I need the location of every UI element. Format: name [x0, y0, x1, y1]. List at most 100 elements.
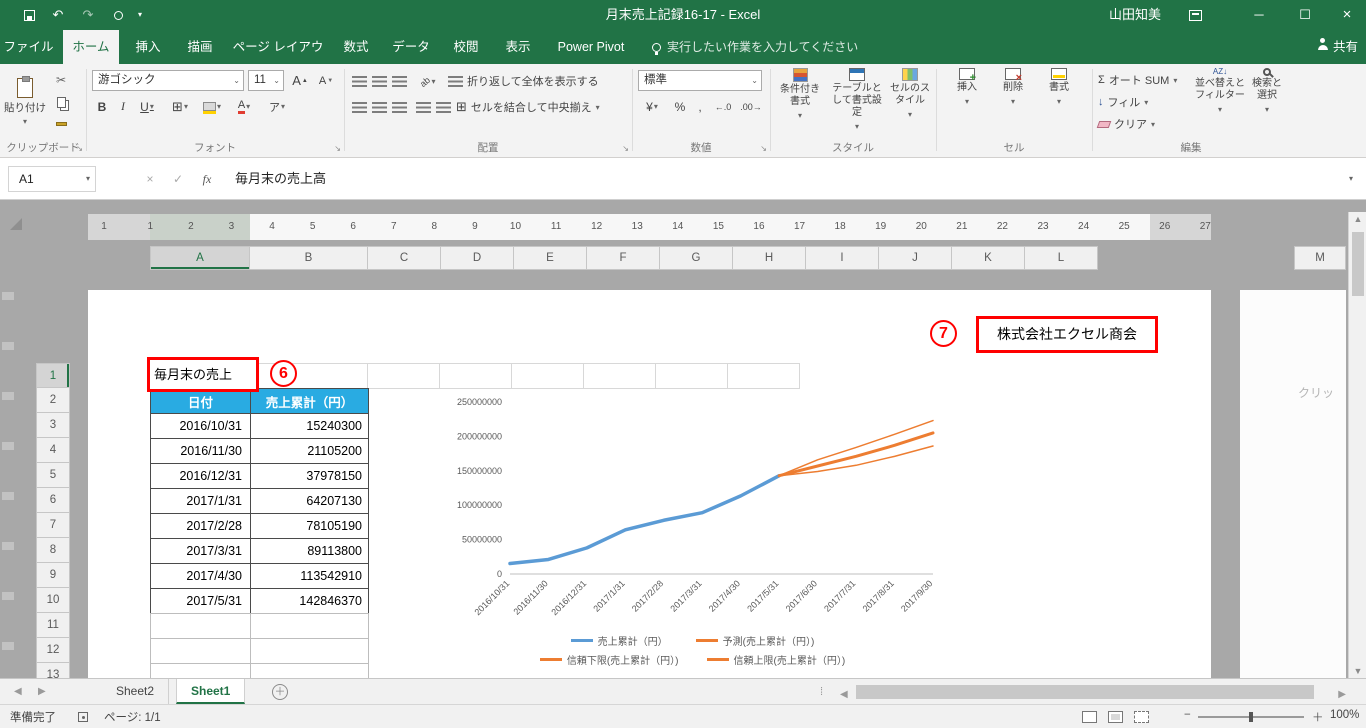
cut-button[interactable]: ✂: [50, 70, 72, 90]
value-cell[interactable]: 64207130: [250, 488, 369, 514]
date-cell[interactable]: 2016/11/30: [150, 438, 251, 464]
column-header[interactable]: I: [806, 246, 879, 270]
cell-styles-button[interactable]: セルのスタイル ▾: [888, 68, 932, 121]
align-left-button[interactable]: [350, 97, 368, 118]
value-cell[interactable]: 37978150: [250, 463, 369, 489]
comma-format-button[interactable]: ,: [692, 96, 708, 117]
close-button[interactable]: ×: [1328, 0, 1366, 30]
empty-cell[interactable]: [250, 613, 369, 639]
find-select-button[interactable]: 検索と選択 ▾: [1248, 68, 1286, 116]
date-cell[interactable]: 2017/3/31: [150, 538, 251, 564]
row-header[interactable]: 9: [36, 563, 70, 588]
decrease-indent-button[interactable]: [414, 97, 432, 118]
scroll-down-icon[interactable]: ▼: [1349, 666, 1366, 676]
tab-draw[interactable]: 描画: [177, 30, 223, 64]
wrap-text-button[interactable]: 折り返して全体を表示する: [448, 70, 599, 92]
align-right-button[interactable]: [390, 97, 408, 118]
scroll-up-icon[interactable]: ▲: [1349, 214, 1366, 224]
maximize-button[interactable]: ☐: [1290, 0, 1320, 30]
value-cell[interactable]: 142846370: [250, 588, 369, 614]
account-name[interactable]: 山田知美: [1100, 0, 1170, 30]
formula-input[interactable]: 毎月末の売上高: [235, 166, 326, 192]
decrease-decimal-button[interactable]: .00→: [738, 96, 764, 117]
bold-button[interactable]: B: [92, 96, 112, 117]
column-header[interactable]: C: [368, 246, 441, 270]
row-header[interactable]: 4: [36, 438, 70, 463]
font-color-button[interactable]: A ▾: [230, 96, 258, 117]
cancel-button[interactable]: ×: [138, 166, 162, 192]
conditional-formatting-button[interactable]: 条件付き書式 ▾: [776, 68, 824, 122]
zoom-level[interactable]: 100%: [1330, 709, 1359, 721]
empty-cell[interactable]: [150, 638, 251, 664]
row-header[interactable]: 7: [36, 513, 70, 538]
align-middle-button[interactable]: [370, 71, 388, 92]
tab-insert[interactable]: 挿入: [125, 30, 171, 64]
legend-item[interactable]: 信頼上限(売上累計（円）): [706, 652, 845, 667]
tab-splitter-icon[interactable]: ⁞: [820, 679, 823, 705]
vertical-scroll-thumb[interactable]: [1352, 232, 1364, 296]
tab-formulas[interactable]: 数式: [333, 30, 379, 64]
legend-item[interactable]: 信頼下限(売上累計（円）): [539, 652, 679, 667]
date-cell[interactable]: 2017/1/31: [150, 488, 251, 514]
row-header[interactable]: 10: [36, 588, 70, 613]
row-header[interactable]: 3: [36, 413, 70, 438]
empty-cell[interactable]: [150, 613, 251, 639]
macro-record-icon[interactable]: [78, 711, 88, 723]
merge-center-button[interactable]: ⊞ セルを結合して中央揃え ▾: [456, 96, 600, 118]
value-cell[interactable]: 78105190: [250, 513, 369, 539]
empty-cell[interactable]: [250, 638, 369, 664]
share-button[interactable]: 共有: [1317, 30, 1358, 64]
legend-item[interactable]: 売上累計（円）: [570, 633, 668, 648]
format-as-table-button[interactable]: テーブルとして書式設定 ▾: [828, 68, 886, 133]
delete-cells-button[interactable]: 削除▾: [992, 68, 1034, 108]
legend-item[interactable]: 予測(売上累計（円）): [695, 633, 814, 648]
column-header[interactable]: E: [514, 246, 587, 270]
increase-decimal-button[interactable]: ←.0: [710, 96, 736, 117]
tab-page-layout[interactable]: ページ レイアウト: [229, 30, 327, 88]
horizontal-scroll-thumb[interactable]: [856, 685, 1314, 699]
align-top-button[interactable]: [350, 71, 368, 92]
tell-me-box[interactable]: 実行したい作業を入力してください: [652, 30, 858, 64]
font-size-select[interactable]: 11 ⌄: [248, 70, 284, 91]
paste-button[interactable]: 貼り付け ▾: [3, 68, 47, 136]
row-header[interactable]: 2: [36, 388, 70, 413]
normal-view-button[interactable]: [1082, 711, 1097, 723]
enter-button[interactable]: ✓: [166, 166, 190, 192]
tab-view[interactable]: 表示: [495, 30, 541, 64]
sheet-nav-right-icon[interactable]: ▶: [38, 679, 46, 705]
value-cell[interactable]: 15240300: [250, 413, 369, 439]
fill-color-button[interactable]: ▾: [198, 96, 226, 117]
tab-home[interactable]: ホーム: [63, 30, 119, 64]
font-dialog-launcher-icon[interactable]: ↘: [334, 144, 341, 153]
clipboard-dialog-launcher-icon[interactable]: ↘: [76, 144, 83, 153]
row-header[interactable]: 12: [36, 638, 70, 663]
number-format-select[interactable]: 標準 ⌄: [638, 70, 762, 91]
column-header[interactable]: D: [441, 246, 514, 270]
zoom-in-button[interactable]: ＋: [1312, 709, 1324, 725]
formula-bar-expand-icon[interactable]: ▾: [1342, 166, 1360, 192]
orientation-button[interactable]: ab ▾: [414, 71, 442, 92]
value-cell[interactable]: 89113800: [250, 538, 369, 564]
number-dialog-launcher-icon[interactable]: ↘: [760, 144, 767, 153]
increase-indent-button[interactable]: [434, 97, 452, 118]
alignment-dialog-launcher-icon[interactable]: ↘: [622, 144, 629, 153]
tab-power-pivot[interactable]: Power Pivot: [547, 30, 635, 64]
date-cell[interactable]: 2017/5/31: [150, 588, 251, 614]
new-sheet-button[interactable]: ＋: [272, 684, 288, 700]
row-header[interactable]: 1: [36, 363, 70, 388]
date-cell[interactable]: 2017/4/30: [150, 563, 251, 589]
row-header[interactable]: 8: [36, 538, 70, 563]
underline-button[interactable]: U ▾: [134, 96, 160, 117]
minimize-button[interactable]: ─: [1244, 0, 1274, 30]
tab-review[interactable]: 校閲: [443, 30, 489, 64]
italic-button[interactable]: I: [114, 96, 132, 117]
percent-format-button[interactable]: %: [670, 96, 690, 117]
column-header[interactable]: G: [660, 246, 733, 270]
forecast-chart[interactable]: 0 50000000 100000000 150000000 200000000 2500…: [435, 390, 950, 680]
insert-function-button[interactable]: fx: [194, 166, 220, 192]
date-column-header[interactable]: 日付: [150, 388, 251, 414]
format-painter-button[interactable]: [50, 114, 72, 134]
align-bottom-button[interactable]: [390, 71, 408, 92]
sheet-nav-left-icon[interactable]: ◀: [14, 679, 22, 705]
tab-file[interactable]: ファイル: [0, 30, 57, 64]
